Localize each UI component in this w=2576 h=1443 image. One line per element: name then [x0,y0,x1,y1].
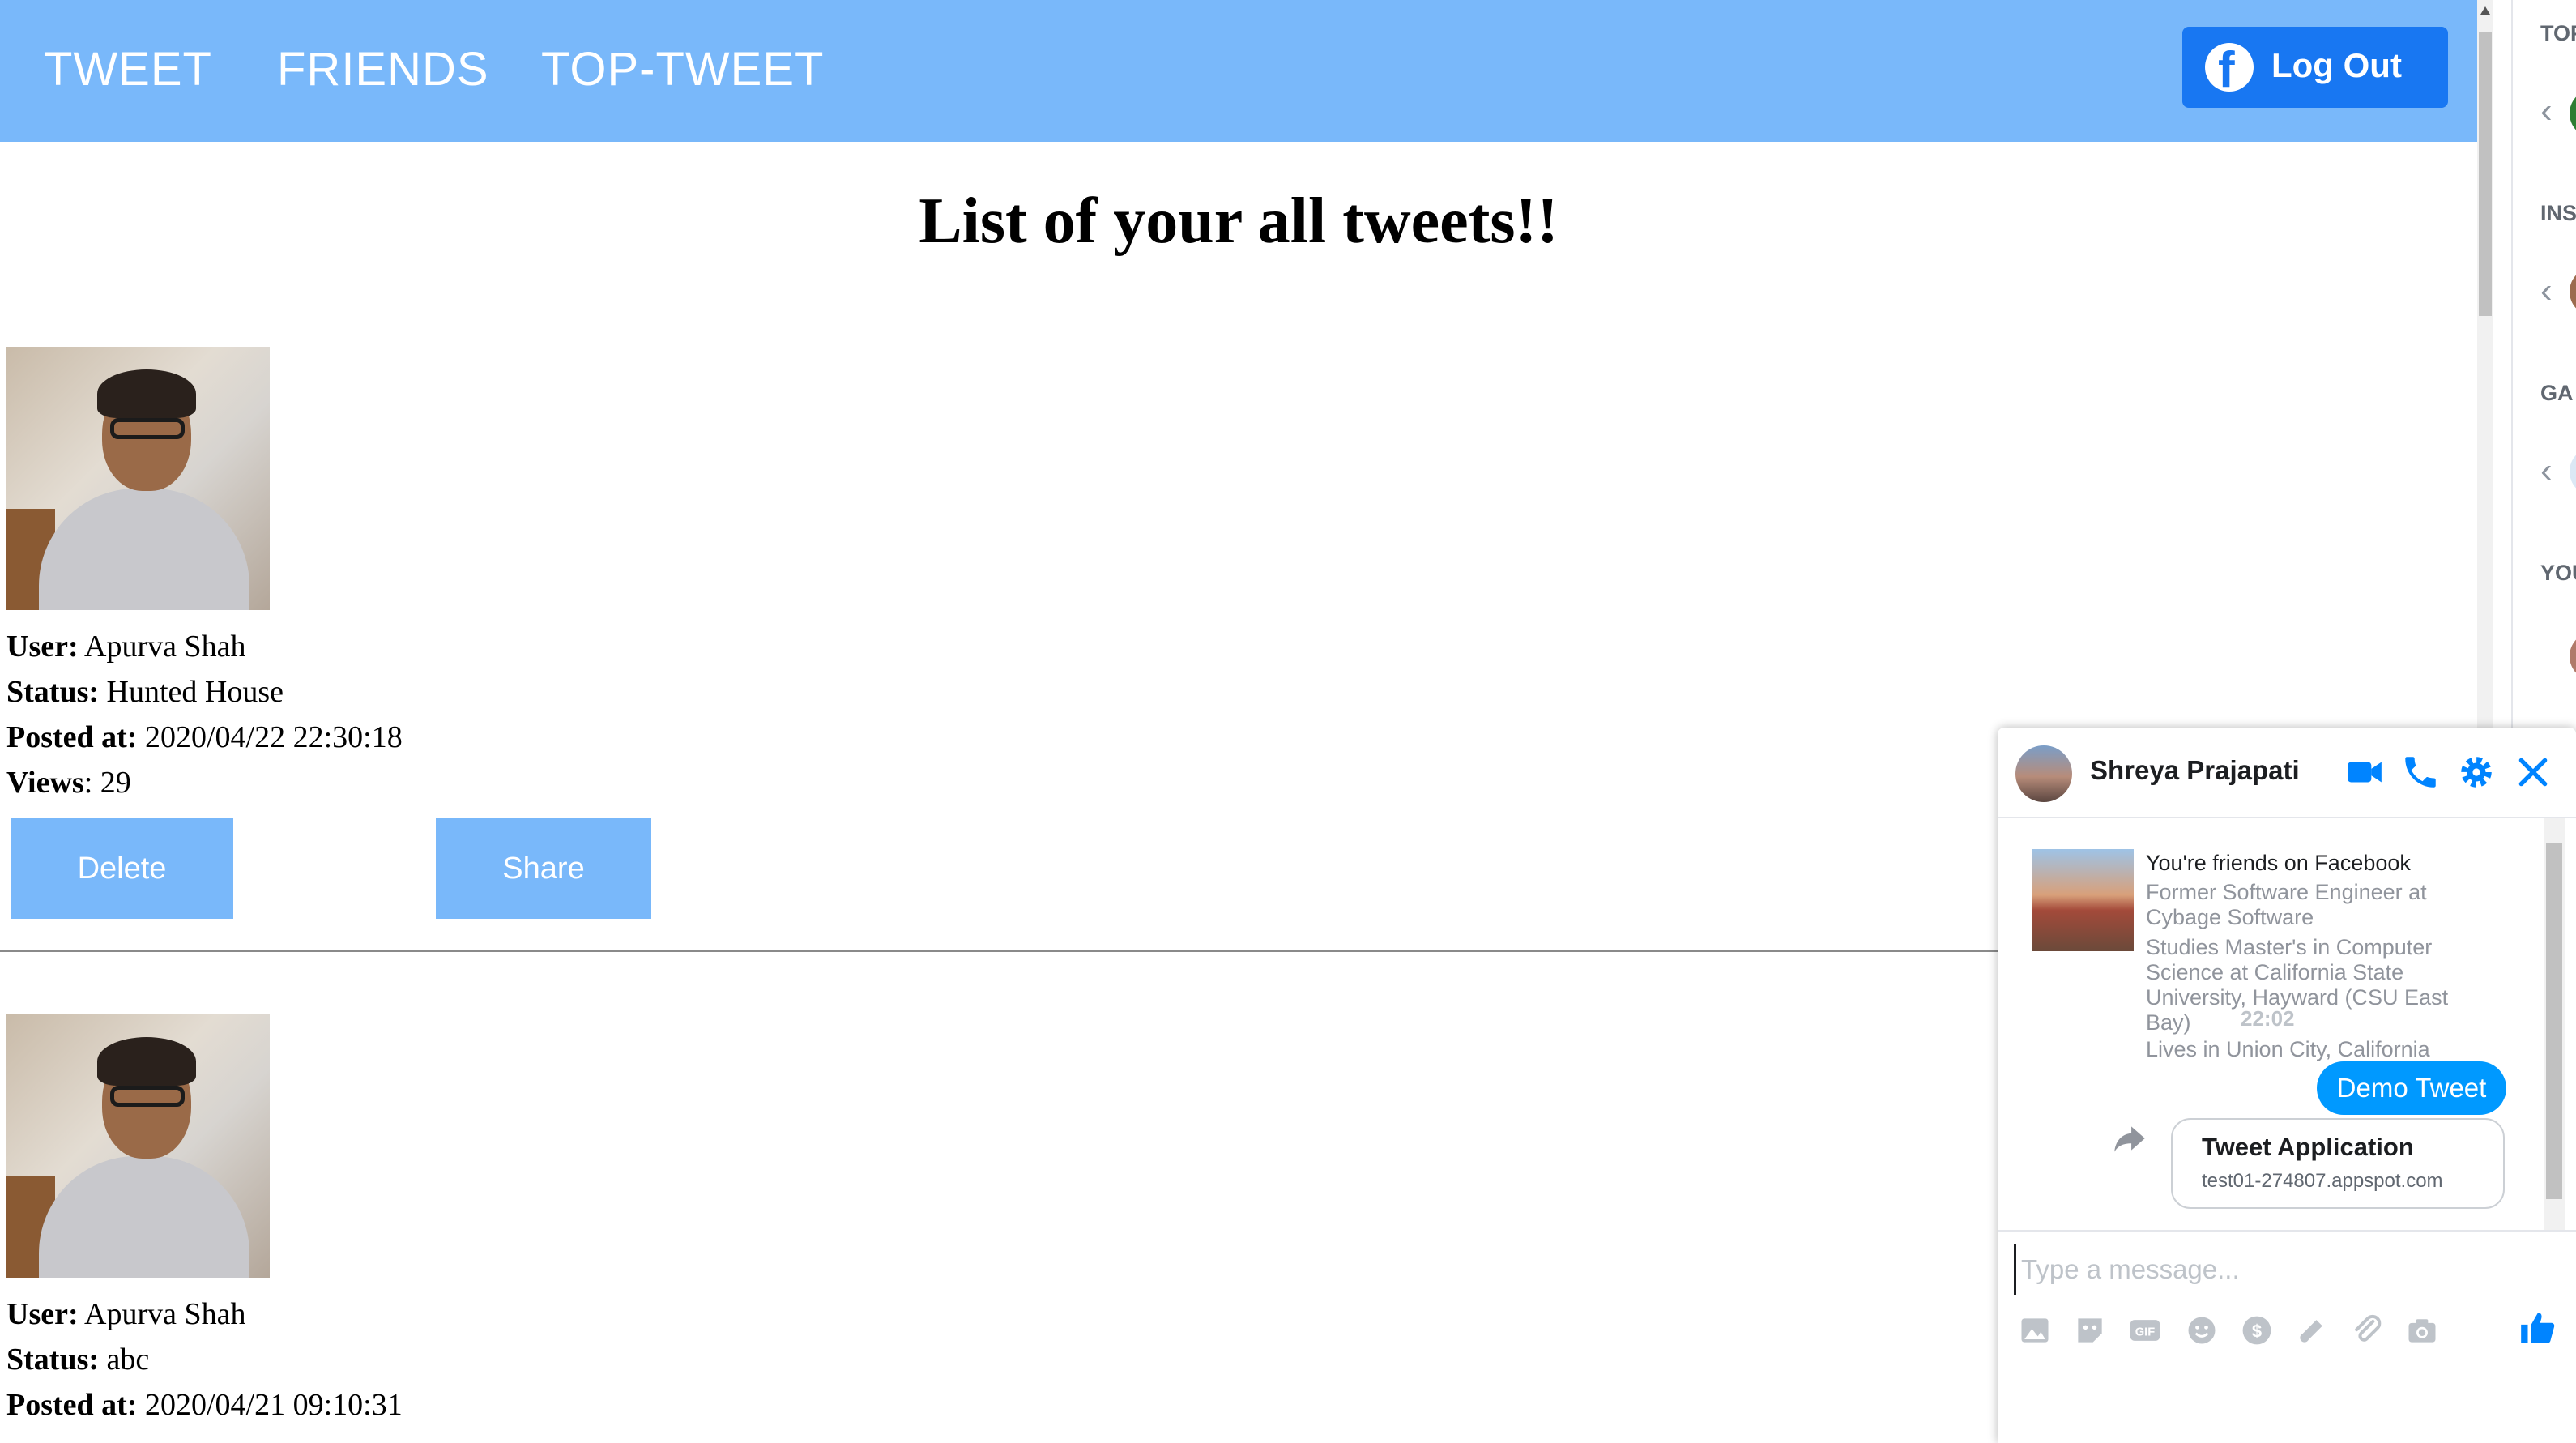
contact-work-info: Former Software Engineer at Cybage Softw… [2146,880,2427,929]
message-timestamp: 22:02 [2241,1006,2295,1031]
tweet-posted-at: 2020/04/22 22:30:18 [144,720,403,754]
svg-text:GIF: GIF [2135,1326,2155,1338]
share-button[interactable]: Share [436,818,651,919]
messenger-chat-window: Shreya Prajapati You're friends on Faceb… [1998,728,2576,1443]
user-label: User: [6,1297,79,1331]
top-navbar: TWEET FRIENDS TOP-TWEET f Log Out [0,0,2477,142]
contact-study-info: Studies Master's in Computer Science at … [2146,935,2449,1035]
status-label: Status: [6,675,100,709]
chevron-left-icon[interactable]: ‹ [2540,271,2553,311]
chevron-left-icon[interactable]: ‹ [2540,91,2553,131]
tweet-status: abc [106,1343,150,1377]
photo-icon[interactable] [2017,1313,2053,1348]
scroll-up-arrow-icon[interactable] [2480,6,2490,15]
logout-button[interactable]: f Log Out [2182,27,2448,108]
message-composer: GIF $ [1998,1230,2576,1443]
sidebar-heading: TOP [2540,21,2576,45]
status-label: Status: [6,1343,100,1377]
tweet-posted-at: 2020/04/21 09:10:31 [144,1388,403,1422]
tweet-divider [0,950,2001,952]
chevron-left-icon[interactable]: ‹ [2540,450,2553,491]
posted-at-label: Posted at: [6,720,138,754]
contact-location-info: Lives in Union City, California [2146,1037,2430,1061]
tweet-posted-field: Posted at: 2020/04/21 09:10:31 [6,1387,403,1423]
sidebar-heading: GA [2540,381,2574,405]
tweet-user: Apurva Shah [84,1297,246,1331]
forward-icon[interactable] [2109,1118,2150,1159]
user-avatar [6,1014,270,1278]
camera-icon[interactable] [2404,1313,2440,1348]
tweet-user-field: User: Apurva Shah [6,629,246,664]
link-preview-title: Tweet Application [2202,1133,2414,1161]
posted-at-label: Posted at: [6,1388,138,1422]
user-avatar [6,347,270,610]
chat-scrollbar-thumb[interactable] [2546,843,2562,1199]
attachment-icon[interactable] [2349,1313,2385,1348]
message-input[interactable] [2014,1244,2541,1295]
tweet-status: Hunted House [106,675,284,709]
tweet-views: : 29 [83,766,131,800]
contact-avatar[interactable] [2570,632,2576,681]
gif-icon[interactable]: GIF [2127,1313,2163,1348]
tweet-posted-field: Posted at: 2020/04/22 22:30:18 [6,719,403,755]
games-icon[interactable] [2294,1313,2330,1348]
video-call-icon[interactable] [2344,752,2385,792]
thumbs-up-icon[interactable] [2518,1308,2558,1348]
contact-avatar[interactable] [2570,267,2576,316]
chat-contact-name[interactable]: Shreya Prajapati [2090,755,2300,786]
contact-avatar[interactable] [2570,89,2576,138]
sidebar-heading: INS [2540,201,2576,225]
svg-text:$: $ [2252,1321,2262,1341]
phone-call-icon[interactable] [2400,752,2441,792]
nav-tweet-link[interactable]: TWEET [44,42,212,96]
user-label: User: [6,630,79,664]
link-preview-url: test01-274807.appspot.com [2202,1170,2443,1192]
link-preview-card[interactable]: Tweet Application test01-274807.appspot.… [2171,1118,2505,1209]
scrollbar-thumb[interactable] [2479,32,2492,316]
friends-on-facebook-text: You're friends on Facebook [2146,851,2411,875]
gear-icon[interactable] [2456,752,2497,792]
tweet-user: Apurva Shah [84,630,246,664]
sticker-icon[interactable] [2072,1313,2108,1348]
close-icon[interactable] [2513,752,2553,792]
tweet-status-field: Status: Hunted House [6,674,284,710]
contact-avatar[interactable] [2570,447,2576,496]
contact-profile-photo[interactable] [2032,849,2134,951]
nav-top-tweet-link[interactable]: TOP-TWEET [541,42,824,96]
delete-button[interactable]: Delete [11,818,233,919]
tweet-status-field: Status: abc [6,1342,149,1377]
chat-messages: You're friends on Facebook Former Softwa… [1998,818,2576,1230]
logout-label: Log Out [2271,46,2402,84]
chat-contact-avatar[interactable] [2015,745,2072,802]
page-title: List of your all tweets!! [919,186,1559,257]
payment-icon[interactable]: $ [2239,1313,2275,1348]
facebook-icon: f [2205,42,2254,98]
emoji-icon[interactable] [2184,1313,2220,1348]
sidebar-heading: YOU [2540,561,2576,585]
chat-scrollbar[interactable] [2544,818,2565,1230]
tweet-views-field: Views: 29 [6,765,131,800]
sent-message-bubble[interactable]: Demo Tweet [2317,1061,2506,1115]
tweet-user-field: User: Apurva Shah [6,1296,246,1332]
views-label: Views [6,766,84,800]
chat-header: Shreya Prajapati [1998,728,2576,818]
nav-friends-link[interactable]: FRIENDS [277,42,489,96]
